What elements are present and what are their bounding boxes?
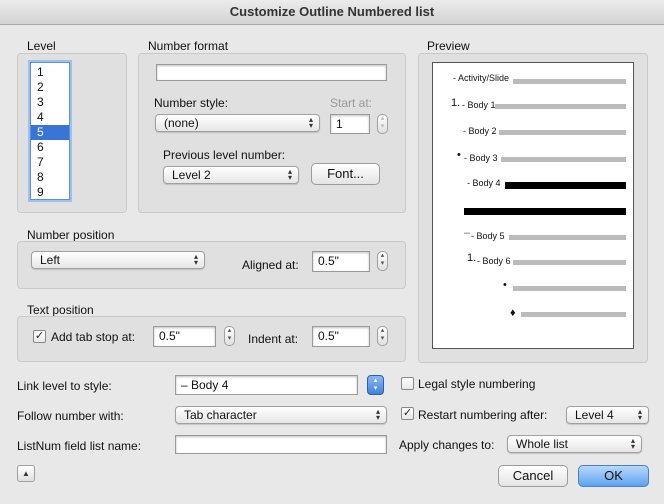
level-item[interactable]: 5 (31, 125, 69, 140)
preview-line: - Body 5 (471, 231, 505, 241)
number-position-heading: Number position (27, 228, 115, 242)
font-button[interactable]: Font... (311, 163, 380, 185)
indent-at-stepper[interactable]: ▴ ▾ (377, 326, 388, 346)
restart-numbering-checkbox[interactable]: ✓ (401, 407, 414, 420)
popup-arrows-icon: ▴ ▾ (193, 252, 198, 267)
popup-arrows-icon: ▴ ▾ (287, 167, 292, 182)
popup-arrows-icon: ▴ ▾ (308, 115, 313, 130)
preview-number: 1. (467, 252, 477, 264)
preview-line: - Body 2 (463, 126, 497, 136)
preview-line: - Body 4 (467, 178, 501, 188)
cancel-button[interactable]: Cancel (498, 465, 568, 487)
number-format-input[interactable] (156, 64, 387, 81)
link-level-dropdown-button[interactable]: ▴ ▾ (367, 375, 384, 395)
link-level-input[interactable]: – Body 4 (175, 375, 358, 395)
preview-line: - Body 3 (464, 153, 498, 163)
start-at-input[interactable]: 1 (330, 114, 370, 134)
ok-button[interactable]: OK (578, 465, 649, 487)
restart-level-value: Level 4 (575, 408, 614, 422)
indent-at-input[interactable]: 0.5" (312, 326, 370, 347)
tab-stop-input[interactable]: 0.5" (153, 326, 216, 347)
disclosure-triangle-icon[interactable]: ▲ (17, 465, 35, 482)
popup-arrows-icon: ▴ ▾ (630, 436, 635, 451)
number-style-select[interactable]: (none) ▴ ▾ (155, 114, 320, 132)
level-item[interactable]: 7 (31, 155, 69, 170)
start-at-label: Start at: (330, 96, 373, 110)
preview-line: - Body 1 (462, 100, 496, 110)
level-item[interactable]: 8 (31, 170, 69, 185)
preview-dash: – (464, 227, 471, 239)
preview-pane: - Activity/Slide 1. - Body 1 - Body 2 • … (432, 62, 634, 349)
preview-bullet: • (457, 149, 461, 161)
level-item[interactable]: 3 (31, 95, 69, 110)
restart-level-select[interactable]: Level 4 ▴ ▾ (566, 406, 649, 424)
indent-at-label: Indent at: (248, 332, 299, 346)
start-at-stepper[interactable]: ▴ ▾ (377, 114, 388, 134)
text-position-heading: Text position (27, 303, 94, 317)
apply-changes-label: Apply changes to: (399, 438, 495, 452)
level-heading: Level (27, 39, 56, 53)
level-item[interactable]: 1 (31, 65, 69, 80)
popup-arrows-icon: ▴ ▾ (375, 407, 380, 422)
preview-heading: Preview (427, 39, 470, 53)
preview-line: - Activity/Slide (453, 73, 510, 83)
add-tab-checkbox[interactable]: ✓ (33, 330, 46, 343)
level-list[interactable]: 123456789 (30, 62, 70, 200)
preview-diamond: ♦ (510, 307, 516, 319)
listnum-input[interactable] (175, 435, 387, 454)
number-position-value: Left (40, 253, 61, 267)
aligned-at-stepper[interactable]: ▴ ▾ (377, 251, 388, 271)
restart-numbering-label: Restart numbering after: (418, 408, 548, 422)
follow-number-value: Tab character (184, 408, 257, 422)
level-item[interactable]: 9 (31, 185, 69, 200)
link-level-label: Link level to style: (17, 379, 112, 393)
window-title: Customize Outline Numbered list (0, 0, 664, 25)
aligned-at-label: Aligned at: (242, 258, 299, 272)
previous-level-value: Level 2 (172, 168, 211, 182)
number-style-value: (none) (164, 116, 199, 130)
level-item[interactable]: 4 (31, 110, 69, 125)
listnum-label: ListNum field list name: (17, 439, 142, 453)
level-item[interactable]: 2 (31, 80, 69, 95)
number-position-select[interactable]: Left ▴ ▾ (31, 251, 205, 269)
add-tab-label: Add tab stop at: (51, 330, 136, 344)
apply-changes-select[interactable]: Whole list ▴ ▾ (507, 435, 642, 453)
previous-level-label: Previous level number: (163, 148, 286, 162)
tab-stop-stepper[interactable]: ▴ ▾ (224, 326, 235, 346)
apply-changes-value: Whole list (516, 437, 569, 451)
preview-line: - Body 6 (477, 256, 511, 266)
level-item[interactable]: 6 (31, 140, 69, 155)
follow-number-select[interactable]: Tab character ▴ ▾ (175, 406, 387, 424)
number-style-label: Number style: (154, 96, 229, 110)
legal-style-label: Legal style numbering (418, 377, 536, 391)
follow-number-label: Follow number with: (17, 409, 124, 423)
number-format-heading: Number format (148, 39, 229, 53)
previous-level-select[interactable]: Level 2 ▴ ▾ (163, 166, 299, 184)
popup-arrows-icon: ▴ ▾ (637, 407, 642, 422)
aligned-at-input[interactable]: 0.5" (312, 251, 370, 272)
preview-number: 1. (451, 97, 461, 109)
preview-bullet: • (503, 279, 507, 291)
legal-style-checkbox[interactable] (401, 377, 414, 390)
